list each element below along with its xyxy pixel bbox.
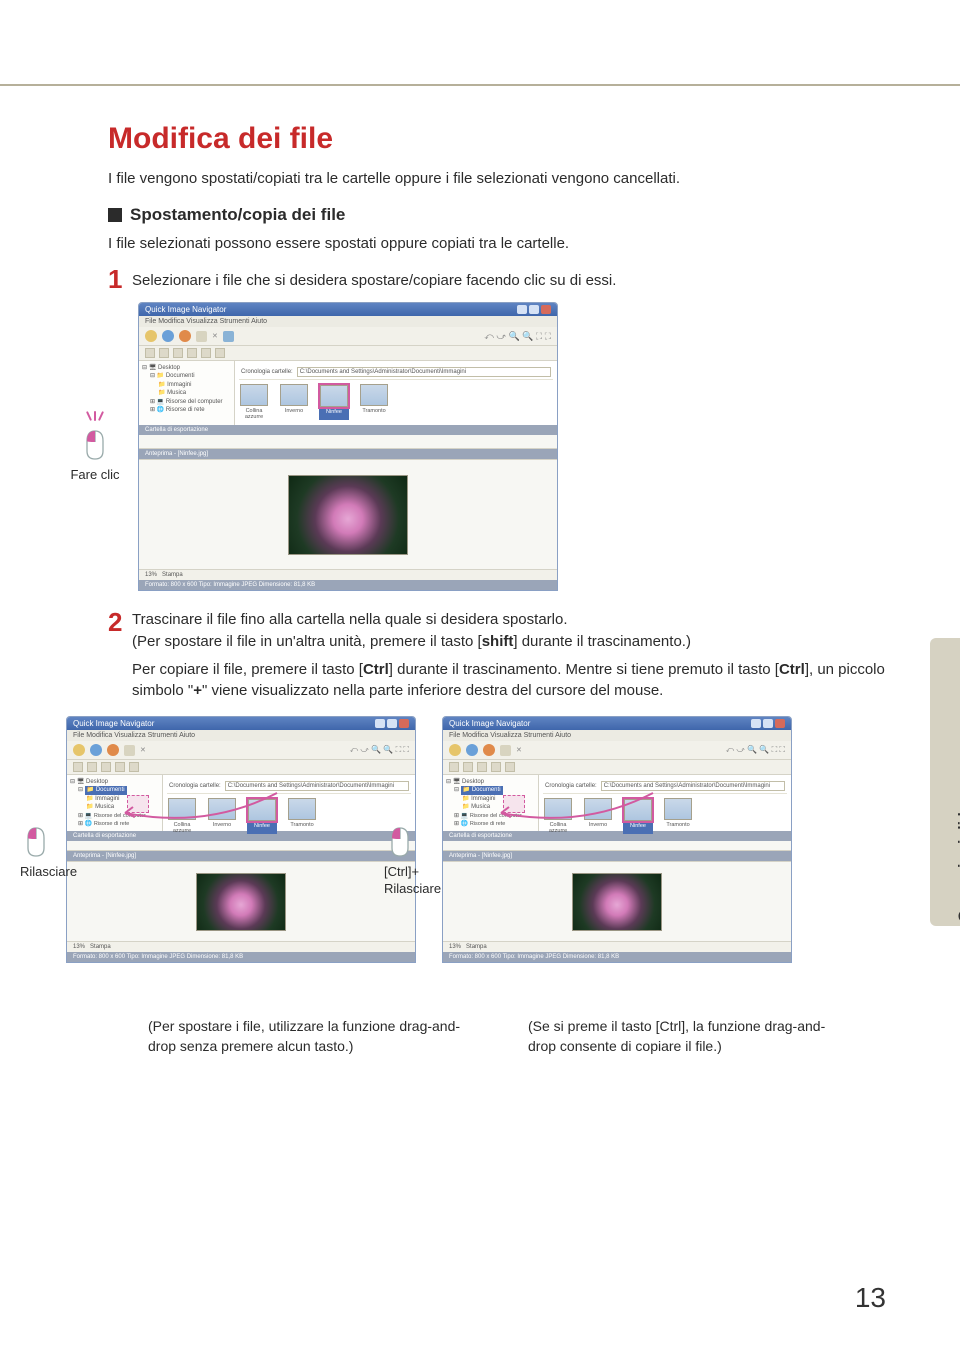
release-label-left [24, 826, 48, 858]
export-bar: Cartella di esportazione [139, 425, 557, 435]
side-tab-label: Operazioni di base [956, 780, 960, 922]
fareclic-column: Fare clic [60, 411, 130, 482]
mouse-icon [24, 826, 48, 858]
preview-image [288, 475, 408, 555]
status-bar: Formato: 800 x 600 Tipo: Immagine JPEG D… [139, 580, 557, 590]
step-2-text: Trascinare il file fino alla cartella ne… [132, 609, 691, 653]
mouse-icon [388, 826, 412, 858]
page-title: Modifica dei file [108, 122, 898, 156]
ctrl-rilasciare-text: [Ctrl]+Rilasciare [384, 864, 441, 898]
section-desc: I file selezionati possono essere sposta… [108, 235, 898, 252]
fareclic-label: Fare clic [70, 467, 119, 482]
section-subhead: Spostamento/copia dei file [108, 205, 898, 225]
preview-bar: Anteprima - [Ninfee.jpg] [139, 449, 557, 459]
preview-pane [139, 459, 557, 569]
figure-right: [Ctrl]+Rilasciare Quick Image Navigator … [442, 716, 792, 963]
window-buttons [517, 305, 551, 314]
step-2-subtext: Per copiare il file, premere il tasto [C… [132, 659, 898, 703]
page-number: 13 [855, 1282, 886, 1314]
rilasciare-text: Rilasciare [20, 864, 77, 879]
mouse-icon [83, 429, 107, 461]
subhead-text: Spostamento/copia dei file [130, 205, 345, 225]
navigator-window-left: Quick Image Navigator File Modifica Visu… [66, 716, 416, 963]
square-bullet-icon [108, 208, 122, 222]
window-titlebar: Quick Image Navigator [139, 303, 557, 316]
step1-figure-row: Fare clic Quick Image Navigator File Mod… [60, 302, 898, 591]
navigator-window-1: Quick Image Navigator File Modifica Visu… [138, 302, 558, 591]
step-2-number: 2 [108, 609, 132, 635]
step-2: 2 Trascinare il file fino alla cartella … [108, 609, 898, 653]
window-body: ⊟ 🖥 Desktop ⊟ 📁 Documenti 📁 Immagini 📁 M… [139, 361, 557, 425]
captions-row: (Per spostare i file, utilizzare la funz… [148, 1003, 898, 1056]
caption-right: (Se si preme il tasto [Ctrl], la funzion… [528, 1017, 848, 1056]
folder-tree: ⊟ 🖥 Desktop ⊟ 📁 Documenti 📁 Immagini 📁 M… [139, 361, 235, 425]
release-label-right [388, 826, 412, 858]
click-accent-icon [86, 411, 104, 423]
step2-figure-row: Rilasciare Quick Image Navigator File Mo… [66, 716, 898, 963]
step-1: 1 Selezionare i file che si desidera spo… [108, 266, 898, 292]
page-content: Modifica dei file I file vengono spostat… [108, 122, 898, 1056]
step-1-text: Selezionare i file che si desidera spost… [132, 266, 616, 291]
window-title-text: Quick Image Navigator [145, 305, 226, 314]
caption-left: (Per spostare i file, utilizzare la funz… [148, 1017, 468, 1056]
thumb-pane: Cronologia cartelle:C:\Documents and Set… [235, 361, 557, 425]
window-menubar: File Modifica Visualizza Strumenti Aiuto [139, 316, 557, 327]
window-toolbar2 [139, 346, 557, 361]
zoom-bar: 13% Stampa [139, 569, 557, 580]
navigator-window-right: Quick Image Navigator File Modifica Visu… [442, 716, 792, 963]
figure-left: Rilasciare Quick Image Navigator File Mo… [66, 716, 416, 963]
window-toolbar: ✕ ⤺ ⤻ 🔍 🔍 ⛶ ⛶ [139, 327, 557, 346]
intro-text: I file vengono spostati/copiati tra le c… [108, 170, 898, 187]
top-rule [0, 84, 960, 86]
step-1-number: 1 [108, 266, 132, 292]
